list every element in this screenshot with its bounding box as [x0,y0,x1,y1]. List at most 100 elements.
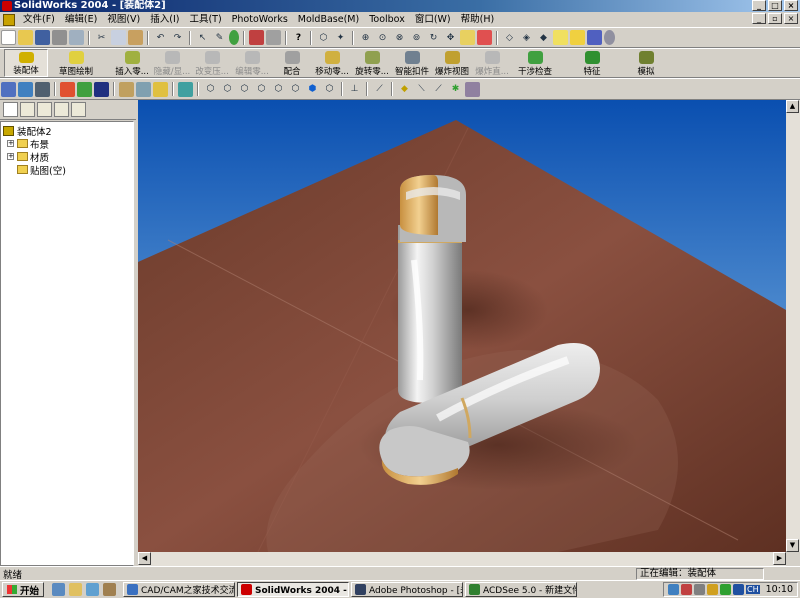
shadow-icon[interactable] [587,30,602,45]
messenger-icon[interactable] [720,584,731,595]
exploded-view-command[interactable]: 爆炸视图 [432,49,472,77]
menu-insert[interactable]: 插入(I) [145,12,184,27]
hidden-lines-gray-icon[interactable]: ◈ [519,30,534,45]
tree-item-scene[interactable]: + 布景 [1,137,133,151]
doc-minimize-button[interactable]: _ [752,13,766,24]
scroll-left-button[interactable]: ◀ [138,552,151,565]
scroll-right-button[interactable]: ▶ [773,552,786,565]
tree-root[interactable]: 装配体2 [1,124,133,138]
sketch-grid-icon[interactable] [1,81,16,97]
pan-icon[interactable]: ✥ [443,30,458,45]
view-top-icon[interactable]: ⬡ [271,82,286,97]
material-icon[interactable] [119,81,134,97]
hide-show-command[interactable]: 隐藏/显... [152,49,192,77]
doc-close-button[interactable]: × [784,13,798,24]
hidden-lines-removed-icon[interactable]: ◆ [536,30,551,45]
print-preview-icon[interactable] [69,30,84,45]
menu-help[interactable]: 帮助(H) [456,12,500,27]
view-front-icon[interactable]: ⬡ [203,82,218,97]
grid-icon[interactable] [249,30,264,45]
doc-restore-button[interactable]: ▫ [768,13,782,24]
menu-file[interactable]: 文件(F) [18,12,60,27]
view-left-icon[interactable]: ⬡ [237,82,252,97]
simulation-command[interactable]: 模拟 [626,49,666,77]
document-icon[interactable] [3,13,15,26]
edit-sketch-icon[interactable] [18,81,33,97]
menu-toolbox[interactable]: Toolbox [364,12,410,27]
task-acdsee[interactable]: ACDSee 5.0 - 新建文件夹 [465,582,578,597]
standard-views-icon[interactable] [460,30,475,45]
sketch-command[interactable]: 草图绘制 [54,49,98,77]
insert-component-command[interactable]: 插入零... [112,49,152,77]
task-solidworks[interactable]: SolidWorks 2004 - [装配... [237,582,350,597]
view-orientation-icon[interactable] [477,30,492,45]
origin-icon[interactable]: ✱ [448,82,463,97]
start-button[interactable]: 开始 [2,582,45,597]
menu-moldbase[interactable]: MoldBase(M) [293,12,364,27]
ie-icon[interactable] [52,583,66,596]
input-language[interactable]: CH [746,585,760,594]
appearance-icon[interactable] [60,81,75,97]
rotate-component-command[interactable]: 旋转零... [352,49,392,77]
view-normal-icon[interactable]: ⬡ [322,82,337,97]
tree-item-materials[interactable]: + 材质 [1,150,133,164]
expand-icon[interactable]: + [7,140,14,147]
volume-icon[interactable] [694,584,705,595]
zoom-area-icon[interactable]: ⊙ [375,30,390,45]
scroll-up-button[interactable]: ▲ [786,100,799,113]
features-command[interactable]: 特征 [572,49,612,77]
close-button[interactable]: × [784,0,798,11]
shaded-icon[interactable] [570,30,585,45]
smart-fasteners-command[interactable]: 智能扣件 [392,49,432,77]
task-photoshop[interactable]: Adobe Photoshop - [未标... [351,582,464,597]
tab-property[interactable] [20,102,35,117]
tab-toolbox[interactable] [71,102,86,117]
tree-item-decals[interactable]: 贴图(空) [1,163,133,177]
help-icon[interactable]: ? [291,30,306,45]
vertical-scrollbar[interactable]: ▲ ▼ [786,100,800,552]
security-icon[interactable] [681,584,692,595]
isometric-view-icon[interactable]: ⬡ [316,30,331,45]
mate-command[interactable]: 配合 [272,49,312,77]
lighting-icon[interactable] [153,81,168,97]
view-right-icon[interactable]: ⬡ [254,82,269,97]
assembly-command[interactable]: 装配体 [4,49,48,77]
expand-icon[interactable]: + [7,153,14,160]
change-suppression-command[interactable]: 改变压... [192,49,232,77]
menu-tools[interactable]: 工具(T) [184,12,226,27]
open-folder-icon[interactable] [18,30,33,45]
sketch-pencil-icon[interactable]: ✎ [212,30,227,45]
menu-edit[interactable]: 编辑(E) [60,12,102,27]
plane-icon[interactable]: ⊥ [347,82,362,97]
wireframe-icon[interactable]: ◇ [502,30,517,45]
zoom-in-out-icon[interactable]: ⊗ [392,30,407,45]
new-file-icon[interactable] [1,30,16,45]
zoom-selection-icon[interactable]: ⊚ [409,30,424,45]
select-pointer-icon[interactable]: ↖ [195,30,210,45]
edit-component-command[interactable]: 编辑零... [232,49,272,77]
save-icon[interactable] [35,30,50,45]
render-icon[interactable] [94,81,109,97]
view-bottom-icon[interactable]: ⬡ [288,82,303,97]
menu-window[interactable]: 窗口(W) [410,12,456,27]
undo-icon[interactable]: ↶ [153,30,168,45]
copy-icon[interactable] [111,30,126,45]
tab-photoworks[interactable] [54,102,69,117]
desktop-icon[interactable] [86,583,100,596]
media-icon[interactable] [103,583,117,596]
move-component-command[interactable]: 移动零... [312,49,352,77]
photo-icon[interactable] [178,81,193,97]
graphics-area[interactable] [138,100,786,552]
tab-configuration[interactable] [37,102,52,117]
antivirus-icon[interactable] [707,584,718,595]
maximize-button[interactable]: □ [768,0,782,11]
axis-icon[interactable]: ✦ [333,30,348,45]
line-icon[interactable]: ⟍ [414,82,429,97]
rotate-view-icon[interactable]: ↻ [426,30,441,45]
network-icon[interactable] [668,584,679,595]
shaded-edges-icon[interactable] [553,30,568,45]
paste-icon[interactable] [128,30,143,45]
zoom-to-fit-icon[interactable]: ⊕ [358,30,373,45]
update-icon[interactable] [733,584,744,595]
rebuild-icon[interactable] [229,30,239,45]
